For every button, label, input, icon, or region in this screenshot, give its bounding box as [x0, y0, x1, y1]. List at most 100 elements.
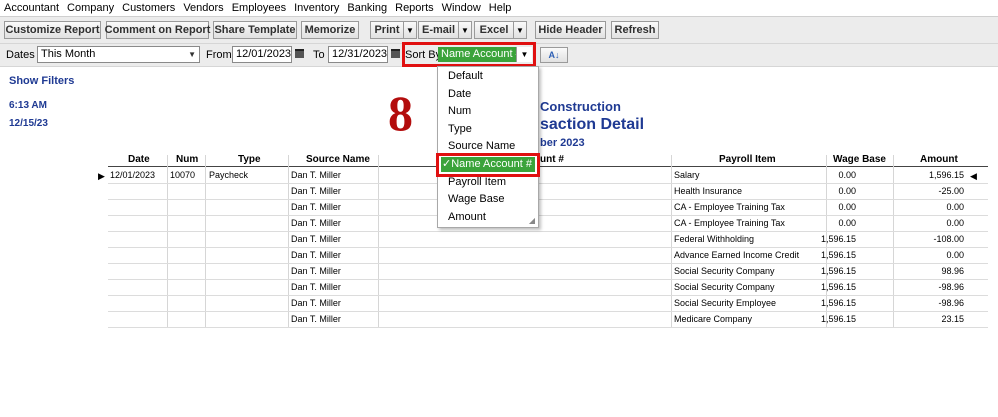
row-pointer-icon: ▶	[98, 171, 105, 181]
print-button[interactable]: Print	[370, 21, 404, 39]
menu-item[interactable]: Window	[438, 2, 485, 14]
cell-payroll: Medicare Company	[674, 314, 753, 324]
sort-option[interactable]: Source Name	[448, 140, 515, 152]
sort-option[interactable]: Amount	[448, 211, 486, 223]
cell-amount: -25.00	[938, 186, 964, 196]
sort-option[interactable]: Default	[448, 70, 483, 82]
cell-amount: 98.96	[941, 266, 964, 276]
cell-payroll: CA - Employee Training Tax	[674, 218, 785, 228]
refresh-button[interactable]: Refresh	[611, 21, 659, 39]
menu-item[interactable]: Vendors	[179, 2, 227, 14]
cell-amount: 0.00	[946, 202, 964, 212]
cell-payroll: Salary	[674, 170, 700, 180]
menu-item[interactable]: Accountant	[0, 2, 63, 14]
cell-num: 10070	[170, 170, 196, 180]
comment-on-report-button[interactable]: Comment on Report	[105, 21, 210, 39]
column-header-source-name[interactable]: Source Name	[306, 154, 370, 165]
sort-option[interactable]: Payroll Item	[448, 176, 506, 188]
column-header-num[interactable]: Num	[176, 154, 198, 165]
to-label: To	[313, 49, 325, 61]
cell-source: Dan T. Miller	[291, 186, 341, 196]
from-date-field[interactable]: 12/01/2023	[232, 46, 292, 63]
table-row[interactable]: Dan T. Miller Advance Earned Income Credi…	[108, 248, 988, 264]
cell-wage: 1,596.15	[820, 298, 856, 308]
column-header-wage-base[interactable]: Wage Base	[833, 154, 886, 165]
menu-item[interactable]: Employees	[228, 2, 290, 14]
cell-payroll: CA - Employee Training Tax	[674, 202, 785, 212]
customize-report-button[interactable]: Customize Report	[4, 21, 101, 39]
step-number-annotation: 8	[388, 85, 413, 141]
cell-source: Dan T. Miller	[291, 218, 341, 228]
row-pointer-icon: ◀	[970, 171, 977, 181]
cell-amount: -98.96	[938, 282, 964, 292]
cell-payroll: Social Security Employee	[674, 298, 777, 308]
report-time: 6:13 AM	[9, 100, 47, 111]
cell-wage: 0.00	[838, 218, 856, 228]
sort-option[interactable]: Type	[448, 123, 472, 135]
cell-wage: 0.00	[838, 170, 856, 180]
cell-amount: 1,596.15	[928, 170, 964, 180]
cell-payroll: Health Insurance	[674, 186, 743, 196]
table-row[interactable]: Dan T. Miller Social Security Company 1,59…	[108, 280, 988, 296]
memorize-button[interactable]: Memorize	[301, 21, 359, 39]
cell-source: Dan T. Miller	[291, 202, 341, 212]
cell-source: Dan T. Miller	[291, 266, 341, 276]
menu-bar: Accountant Company Customers Vendors Employe…	[0, 0, 998, 17]
sort-by-dropdown: ◢ Default Date Num Type Source Name ✓Name Acc…	[436, 66, 540, 228]
share-template-button[interactable]: Share Template	[213, 21, 297, 39]
table-row[interactable]: Dan T. Miller Medicare Company 1,596.15 23.…	[108, 312, 988, 328]
sort-option[interactable]: Num	[448, 105, 471, 117]
cell-source: Dan T. Miller	[291, 170, 341, 180]
dates-value: This Month	[41, 48, 96, 60]
menu-item[interactable]: Company	[63, 2, 118, 14]
show-filters-link[interactable]: Show Filters	[9, 75, 74, 87]
report-toolbar: Customize Report Comment on Report Share…	[0, 17, 998, 44]
cell-payroll: Federal Withholding	[674, 234, 755, 244]
cell-payroll: Social Security Company	[674, 282, 775, 292]
cell-source: Dan T. Miller	[291, 234, 341, 244]
table-row[interactable]: Dan T. Miller CA - Employee Training Tax 0…	[108, 200, 988, 216]
cell-source: Dan T. Miller	[291, 282, 341, 292]
sort-option[interactable]: Date	[448, 88, 471, 100]
chevron-down-icon: ▼	[188, 50, 196, 59]
column-header-type[interactable]: Type	[238, 154, 261, 165]
dates-select[interactable]: This Month ▼	[37, 46, 200, 63]
cell-amount: -108.00	[933, 234, 964, 244]
column-header-amount[interactable]: Amount	[920, 154, 958, 165]
cell-source: Dan T. Miller	[291, 314, 341, 324]
excel-dropdown-arrow[interactable]: ▼	[513, 21, 527, 39]
resize-grip-icon[interactable]: ◢	[529, 216, 535, 225]
table-row[interactable]: Dan T. Miller Federal Withholding 1,596.15…	[108, 232, 988, 248]
column-header-date[interactable]: Date	[128, 154, 150, 165]
to-date-field[interactable]: 12/31/2023	[328, 46, 388, 63]
company-name: Construction	[540, 99, 621, 114]
hide-header-button[interactable]: Hide Header	[535, 21, 606, 39]
cell-payroll: Social Security Company	[674, 266, 775, 276]
table-row[interactable]: Dan T. Miller Social Security Employee 1,5…	[108, 296, 988, 312]
cell-wage: 1,596.15	[820, 282, 856, 292]
report-title: saction Detail	[540, 116, 645, 133]
table-row[interactable]: Dan T. Miller Social Security Company 1,59…	[108, 264, 988, 280]
menu-item[interactable]: Banking	[343, 2, 391, 14]
table-row[interactable]: Dan T. Miller CA - Employee Training Tax 0…	[108, 216, 988, 232]
print-dropdown-arrow[interactable]: ▼	[403, 21, 417, 39]
table-row[interactable]: Dan T. Miller Health Insurance 0.00 -25.00	[108, 184, 988, 200]
menu-item[interactable]: Help	[485, 2, 516, 14]
menu-item[interactable]: Inventory	[290, 2, 343, 14]
email-dropdown-arrow[interactable]: ▼	[458, 21, 472, 39]
calendar-icon[interactable]	[295, 49, 304, 58]
email-button[interactable]: E-mail	[418, 21, 459, 39]
excel-button[interactable]: Excel	[474, 21, 514, 39]
sort-option[interactable]: Wage Base	[448, 193, 504, 205]
sort-direction-icon[interactable]: A↓	[540, 47, 568, 63]
menu-item[interactable]: Reports	[391, 2, 438, 14]
cell-amount: -98.96	[938, 298, 964, 308]
cell-amount: 23.15	[941, 314, 964, 324]
calendar-icon[interactable]	[391, 49, 400, 58]
highlight-box	[402, 42, 536, 67]
cell-wage: 0.00	[838, 202, 856, 212]
menu-item[interactable]: Customers	[118, 2, 179, 14]
column-header-name-account[interactable]: unt #	[540, 154, 564, 165]
table-row[interactable]: 12/01/2023 10070 Paycheck Dan T. Miller Sala…	[108, 168, 988, 184]
column-header-payroll-item[interactable]: Payroll Item	[719, 154, 776, 165]
